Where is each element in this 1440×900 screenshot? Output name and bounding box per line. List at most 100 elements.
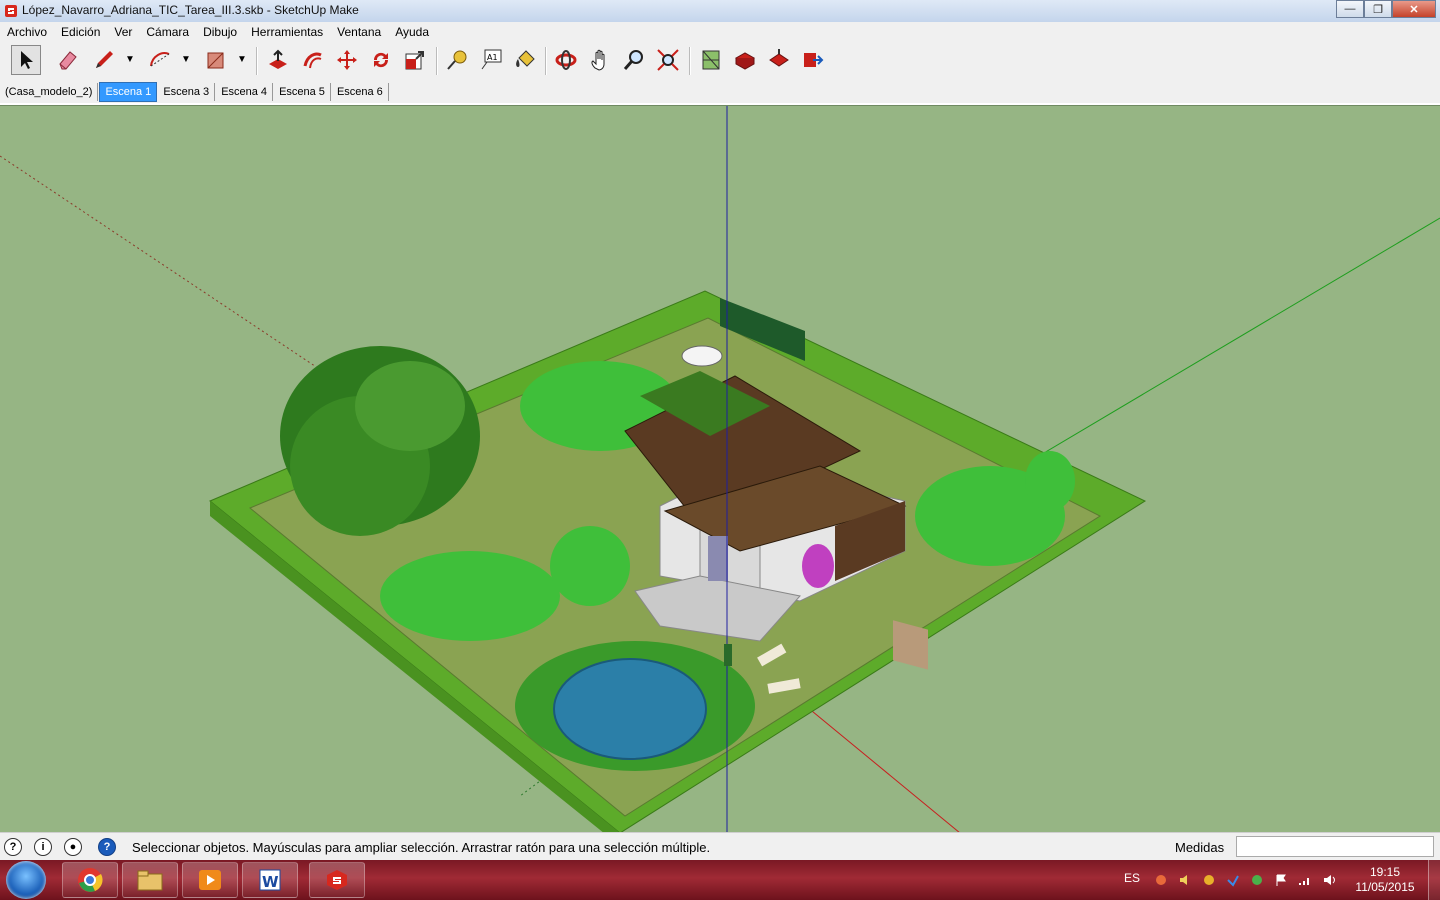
offset-icon [303, 52, 322, 69]
push-pull-tool-button[interactable] [263, 45, 293, 75]
tab-escena-1[interactable]: Escena 1 [99, 82, 158, 102]
orbit-tool-button[interactable] [551, 45, 581, 75]
menu-bar: Archivo Edición Ver Cámara Dibujo Herram… [0, 22, 1440, 41]
garden-house-model [0, 106, 1440, 833]
line-dropdown-icon[interactable]: ▼ [125, 54, 135, 65]
taskbar-sketchup[interactable] [309, 862, 365, 898]
motorcycle [681, 345, 723, 367]
help-icon[interactable]: ? [98, 838, 116, 856]
rotate-icon [373, 52, 389, 68]
tape-measure-icon [447, 50, 467, 70]
speaker-tray-icon[interactable] [1322, 873, 1336, 887]
arc-dropdown-icon[interactable]: ▼ [181, 54, 191, 65]
arc-tool-button[interactable] [145, 45, 175, 75]
hand-icon [591, 49, 605, 71]
export-icon [804, 53, 824, 67]
paint-bucket-tool-button[interactable] [510, 45, 540, 75]
menu-camara[interactable]: Cámara [139, 25, 196, 39]
tab-escena-6[interactable]: Escena 6 [332, 83, 389, 101]
shape-dropdown-icon[interactable]: ▼ [237, 54, 247, 65]
tab-casa-modelo[interactable]: (Casa_modelo_2) [0, 83, 99, 101]
geo-location-icon[interactable]: ? [4, 838, 22, 856]
push-pull-icon [269, 49, 287, 69]
warehouse-tool-button[interactable] [696, 45, 726, 75]
select-tool-button[interactable] [11, 45, 41, 75]
taskbar-media-player[interactable] [182, 862, 238, 898]
menu-edicion[interactable]: Edición [54, 25, 107, 39]
status-bar: ? i ● ? Seleccionar objetos. Mayúsculas … [0, 832, 1440, 861]
taskbar-explorer[interactable] [122, 862, 178, 898]
extension-tool-button[interactable] [798, 45, 828, 75]
share-model-tool-button[interactable] [764, 45, 794, 75]
menu-archivo[interactable]: Archivo [0, 25, 54, 39]
system-clock[interactable]: 19:15 11/05/2015 [1352, 865, 1418, 895]
tape-measure-tool-button[interactable] [442, 45, 472, 75]
menu-dibujo[interactable]: Dibujo [196, 25, 244, 39]
file-explorer-icon [137, 870, 163, 891]
share-model-icon [769, 49, 789, 67]
update-tray-icon[interactable] [1250, 873, 1264, 887]
map-icon [702, 50, 720, 70]
tab-escena-4[interactable]: Escena 4 [216, 83, 274, 101]
toolbar-separator [436, 47, 438, 75]
measurements-field[interactable] [1236, 836, 1434, 857]
user-icon[interactable]: ● [64, 838, 82, 856]
line-tool-button[interactable] [89, 45, 119, 75]
credits-icon[interactable]: i [34, 838, 52, 856]
taskbar-chrome[interactable] [62, 862, 118, 898]
language-indicator[interactable]: ES [1124, 871, 1140, 885]
sketchup-app-icon [5, 5, 17, 17]
zoom-extents-tool-button[interactable] [653, 45, 683, 75]
scale-icon [405, 51, 424, 70]
text-label-icon: A1 [481, 49, 502, 70]
taskbar-word[interactable]: W [242, 862, 298, 898]
zoom-extents-icon [657, 49, 679, 71]
bougainvillea [802, 544, 834, 588]
close-button[interactable]: ✕ [1392, 0, 1436, 18]
menu-ayuda[interactable]: Ayuda [388, 25, 436, 39]
move-icon [337, 50, 357, 70]
rotate-tool-button[interactable] [366, 45, 396, 75]
rectangle-tool-button[interactable] [201, 45, 231, 75]
toolbar-separator [545, 47, 547, 75]
scene-tabs: (Casa_modelo_2) Escena 1 Escena 3 Escena… [0, 81, 1440, 103]
window-title: López_Navarro_Adriana_TIC_Tarea_III.3.sk… [22, 3, 359, 17]
zoom-tool-button[interactable] [619, 45, 649, 75]
text-tool-label: A1 [487, 53, 498, 62]
move-tool-button[interactable] [332, 45, 362, 75]
signal-tray-icon[interactable] [1298, 873, 1312, 887]
arc-icon [150, 52, 170, 67]
pond [515, 641, 755, 771]
show-desktop-button[interactable] [1428, 860, 1440, 900]
person-figure [724, 644, 732, 666]
tab-escena-3[interactable]: Escena 3 [158, 83, 216, 101]
paint-bucket-icon [516, 50, 535, 67]
flag-tray-icon[interactable] [1274, 873, 1288, 887]
tab-escena-5[interactable]: Escena 5 [274, 83, 331, 101]
network-tray-icon[interactable] [1154, 873, 1168, 887]
app-tray-icon[interactable] [1202, 873, 1216, 887]
scale-tool-button[interactable] [400, 45, 430, 75]
security-tray-icon[interactable] [1226, 873, 1240, 887]
menu-ver[interactable]: Ver [107, 25, 139, 39]
menu-herramientas[interactable]: Herramientas [244, 25, 330, 39]
start-button[interactable] [6, 861, 46, 899]
offset-tool-button[interactable] [298, 45, 328, 75]
chrome-icon [78, 868, 103, 892]
maximize-button[interactable]: ❐ [1364, 0, 1392, 18]
menu-ventana[interactable]: Ventana [330, 25, 388, 39]
arrow-cursor-icon [21, 51, 33, 69]
toolbar-separator [689, 47, 691, 75]
get-models-tool-button[interactable] [730, 45, 760, 75]
rectangle-icon [207, 52, 224, 69]
window-controls: — ❐ ✕ [1336, 0, 1436, 18]
minimize-button[interactable]: — [1336, 0, 1364, 18]
status-message: Seleccionar objetos. Mayúsculas para amp… [132, 840, 711, 855]
clock-date: 11/05/2015 [1355, 880, 1415, 894]
text-tool-button[interactable]: A1 [476, 45, 506, 75]
pan-tool-button[interactable] [585, 45, 615, 75]
window-titlebar: López_Navarro_Adriana_TIC_Tarea_III.3.sk… [0, 0, 1440, 23]
volume-tray-icon[interactable] [1178, 873, 1192, 887]
eraser-tool-button[interactable] [53, 45, 83, 75]
model-viewport[interactable] [0, 105, 1440, 833]
